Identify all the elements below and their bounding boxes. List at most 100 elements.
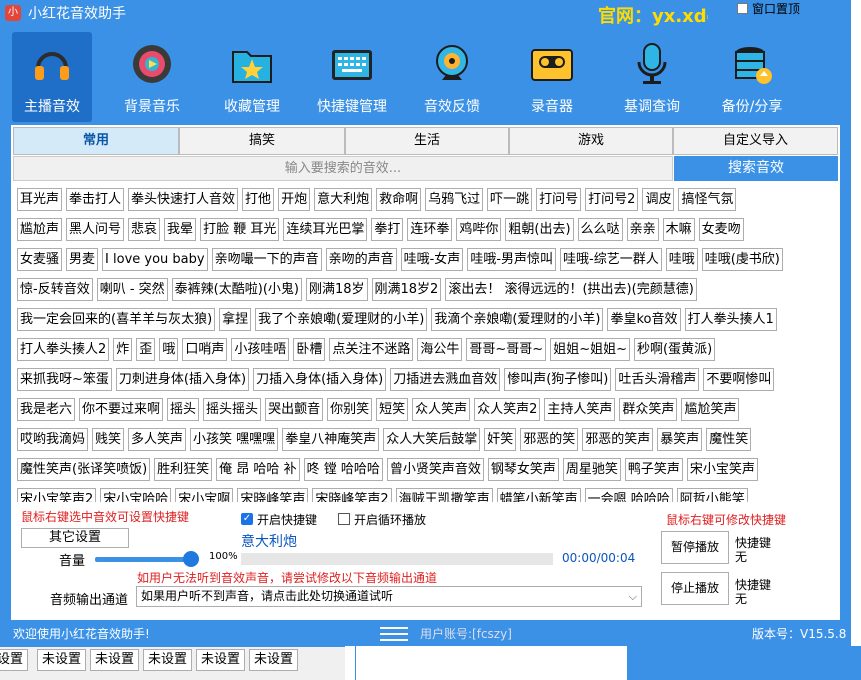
sound-button[interactable]: 意大利炮 <box>314 188 373 211</box>
sound-button[interactable]: 拿捏 <box>219 308 252 331</box>
sound-button[interactable]: 黑人问号 <box>66 218 125 241</box>
sound-button[interactable]: 口哨声 <box>182 338 228 361</box>
enable-hotkey-checkbox[interactable]: ✓ <box>241 513 253 525</box>
sound-button[interactable]: 多人笑声 <box>128 428 187 451</box>
nav-background-music[interactable]: 背景音乐 <box>112 32 192 122</box>
sound-button[interactable]: 短笑 <box>376 398 409 421</box>
sound-button[interactable]: 我是老六 <box>17 398 76 421</box>
sound-button[interactable]: 刚满18岁 <box>305 278 368 301</box>
sound-button[interactable]: 哇哦(虔书欣) <box>701 248 783 271</box>
sound-button[interactable]: 众人笑声 <box>412 398 471 421</box>
hotkey-slot-button[interactable]: 未设置 <box>249 649 299 671</box>
hotkey-slot-button[interactable]: 未设置 <box>143 649 193 671</box>
volume-slider[interactable] <box>95 557 195 562</box>
sound-button[interactable]: 开炮 <box>278 188 311 211</box>
sound-button[interactable]: 泰裤辣(太酷啦)(小鬼) <box>171 278 302 301</box>
sound-button[interactable]: 邪恶的笑 <box>520 428 579 451</box>
sound-button[interactable]: 秒啊(蛋黄派) <box>634 338 716 361</box>
sound-button[interactable]: 小孩哇唔 <box>231 338 290 361</box>
sound-button[interactable]: 宋晓峰笑声 <box>237 488 309 502</box>
sound-button[interactable]: 搞怪气氛 <box>678 188 737 211</box>
sound-button[interactable]: 我了个亲娘嘞(爱理财的小羊) <box>255 308 428 331</box>
sound-button[interactable]: 么么哒 <box>577 218 623 241</box>
sound-button[interactable]: 俺 昂 哈哈 补 <box>216 458 300 481</box>
sound-button[interactable]: 奸笑 <box>484 428 517 451</box>
sound-button[interactable]: 魔性笑声(张译笑喷饭) <box>17 458 151 481</box>
sound-button[interactable]: 拳皇ko音效 <box>607 308 681 331</box>
sound-button[interactable]: 哦 <box>159 338 179 361</box>
sound-button[interactable]: 宋小宝啊 <box>175 488 234 502</box>
sound-button[interactable]: 刀插进去溅血音效 <box>390 368 501 391</box>
tab-common[interactable]: 常用 <box>13 127 179 155</box>
sound-button[interactable]: 你别笑 <box>327 398 373 421</box>
loop-play-checkbox[interactable] <box>338 513 350 525</box>
sound-button[interactable]: 周星驰笑 <box>562 458 621 481</box>
sound-button[interactable]: 我一定会回来的(喜羊羊与灰太狼) <box>17 308 216 331</box>
sound-button[interactable]: 救命啊 <box>376 188 422 211</box>
sound-button[interactable]: 咚 镗 哈哈哈 <box>303 458 383 481</box>
sound-button[interactable]: 点关注不迷路 <box>329 338 414 361</box>
nav-favorites[interactable]: 收藏管理 <box>212 32 292 122</box>
sound-button[interactable]: 摇头 <box>167 398 200 421</box>
sound-button[interactable]: 宋晓峰笑声2 <box>312 488 392 502</box>
other-settings-button[interactable]: 其它设置 <box>21 528 129 548</box>
sound-button[interactable]: 海贼王凯撒笑声 <box>395 488 493 502</box>
sound-button[interactable]: 魔性笑 <box>706 428 752 451</box>
sound-button[interactable]: 暴笑声 <box>657 428 703 451</box>
volume-slider-thumb[interactable] <box>183 551 199 567</box>
sound-button[interactable]: 哇哦-综艺一群人 <box>560 248 662 271</box>
hotkey-slot-button[interactable]: 未设置 <box>37 649 87 671</box>
sound-button[interactable]: 来抓我呀~笨蛋 <box>17 368 112 391</box>
sound-button[interactable]: 哇哦 <box>665 248 698 271</box>
sound-button[interactable]: 鸡哔你 <box>456 218 502 241</box>
sound-button[interactable]: 钢琴女笑声 <box>487 458 559 481</box>
sound-button[interactable]: 蜡笔小新笑声 <box>496 488 581 502</box>
sound-button[interactable]: 调皮 <box>642 188 675 211</box>
enable-hotkey-label[interactable]: 开启快捷键 <box>257 511 317 528</box>
sound-button[interactable]: 群众笑声 <box>619 398 678 421</box>
search-input[interactable]: 输入要搜索的音效... <box>13 156 673 181</box>
sound-button[interactable]: 一会嗯 哈哈哈 <box>584 488 673 502</box>
sound-button[interactable]: 刀刺进身体(插入身体) <box>115 368 250 391</box>
menu-icon[interactable] <box>380 623 408 643</box>
loop-play-label[interactable]: 开启循环播放 <box>354 511 426 528</box>
hotkey-slot-button[interactable]: 设置 <box>0 649 29 671</box>
sound-button[interactable]: 打人拳头揍人1 <box>684 308 777 331</box>
sound-button[interactable]: 刚满18岁2 <box>371 278 442 301</box>
sound-button[interactable]: 亲吻嘬一下的声音 <box>211 248 322 271</box>
sound-button[interactable]: I love you baby <box>102 248 208 271</box>
sound-button[interactable]: 宋小宝笑声 <box>686 458 758 481</box>
hotkey-slot-button[interactable]: 未设置 <box>90 649 140 671</box>
sound-button[interactable]: 亲亲 <box>626 218 659 241</box>
sound-button[interactable]: 鸭子笑声 <box>624 458 683 481</box>
sound-button[interactable]: 众人笑声2 <box>474 398 541 421</box>
sound-button[interactable]: 哇哦-女声 <box>400 248 464 271</box>
sound-button[interactable]: 刀插入身体(插入身体) <box>253 368 387 391</box>
tab-funny[interactable]: 搞笑 <box>179 127 345 155</box>
sound-button[interactable]: 惊-反转音效 <box>17 278 93 301</box>
sound-button[interactable]: 木嘛 <box>662 218 695 241</box>
sound-button[interactable]: 海公牛 <box>417 338 463 361</box>
tab-life[interactable]: 生活 <box>345 127 509 155</box>
sound-button[interactable]: 耳光声 <box>17 188 63 211</box>
sound-button[interactable]: 你不要过来啊 <box>79 398 164 421</box>
sound-button[interactable]: 女麦骚 <box>17 248 63 271</box>
nav-hotkeys[interactable]: 快捷键管理 <box>312 32 392 122</box>
sound-button[interactable]: 尴尬笑声 <box>681 398 740 421</box>
sound-button[interactable]: 女麦吻 <box>698 218 744 241</box>
sound-button[interactable]: 尴尬声 <box>17 218 63 241</box>
window-ontop-label[interactable]: 窗口置顶 <box>752 0 800 17</box>
nav-backup-share[interactable]: 备份/分享 <box>712 32 792 122</box>
sound-button[interactable]: 打他 <box>242 188 275 211</box>
sound-button[interactable]: 拳头快速打人音效 <box>128 188 239 211</box>
sound-button[interactable]: 男麦 <box>66 248 99 271</box>
sound-button[interactable]: 炸 <box>113 338 133 361</box>
sound-button[interactable]: 吐舌头滑稽声 <box>615 368 700 391</box>
sound-button[interactable]: 吓一跳 <box>487 188 533 211</box>
tab-games[interactable]: 游戏 <box>509 127 673 155</box>
sound-button[interactable]: 卧槽 <box>293 338 326 361</box>
sound-button[interactable]: 歪 <box>136 338 156 361</box>
sound-button[interactable]: 宋小宝笑声2 <box>17 488 97 502</box>
sound-button[interactable]: 阿哲小熊笑 <box>676 488 748 502</box>
sound-button[interactable]: 我晕 <box>164 218 197 241</box>
